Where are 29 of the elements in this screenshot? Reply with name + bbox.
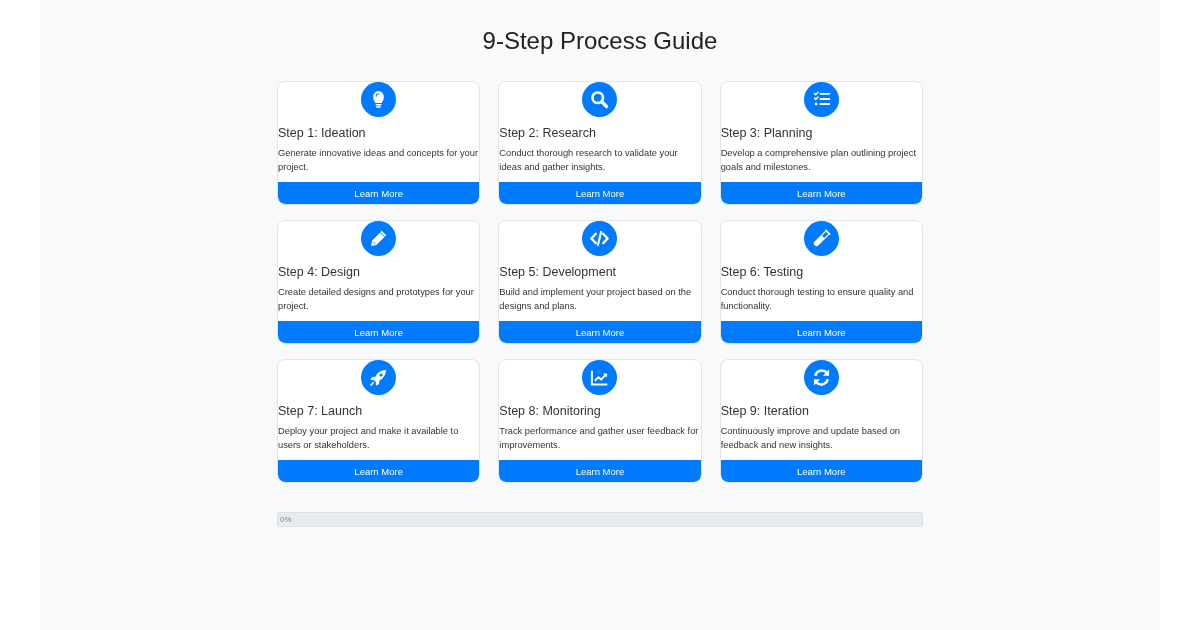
learn-more-button[interactable]: Learn More (278, 321, 480, 343)
learn-more-button[interactable]: Learn More (499, 460, 701, 482)
card-description: Build and implement your project based on the designs and plans. (499, 286, 693, 313)
learn-more-button[interactable]: Learn More (499, 182, 701, 204)
learn-more-button[interactable]: Learn More (278, 182, 480, 204)
card-title: Step 5: Development (499, 264, 618, 281)
card-title: Step 8: Monitoring (499, 403, 602, 420)
learn-more-button[interactable]: Learn More (720, 321, 922, 343)
card-description: Deploy your project and make it available to users or stakeholders. (278, 425, 460, 452)
card-title: Step 2: Research (499, 125, 597, 142)
card-title: Step 6: Testing (720, 264, 805, 281)
card-description: Create detailed designs and prototypes for your project. (278, 286, 475, 313)
card-description: Continuously improve and update based on feedback and new insights. (720, 425, 901, 452)
learn-more-button[interactable]: Learn More (499, 321, 701, 343)
card-description: Track performance and gather user feedback for improvements. (499, 425, 700, 452)
progress-label: 0% (280, 514, 292, 526)
card-description: Develop a comprehensive plan outlining project goals and milestones. (720, 147, 917, 174)
card-description: Conduct thorough research to validate your ideas and gather insights. (499, 147, 679, 174)
card-title: Step 1: Ideation (278, 125, 367, 142)
card-title: Step 3: Planning (720, 125, 814, 142)
learn-more-button[interactable]: Learn More (720, 460, 922, 482)
card-description: Generate innovative ideas and concepts for your project. (278, 147, 479, 174)
card-title: Step 9: Iteration (720, 403, 810, 420)
card-description: Conduct thorough testing to ensure quality and functionality. (720, 286, 915, 313)
learn-more-button[interactable]: Learn More (278, 460, 480, 482)
page-title: 9-Step Process Guide (481, 26, 719, 56)
card-title: Step 7: Launch (278, 403, 364, 420)
card-title: Step 4: Design (278, 264, 361, 281)
learn-more-button[interactable]: Learn More (720, 182, 922, 204)
